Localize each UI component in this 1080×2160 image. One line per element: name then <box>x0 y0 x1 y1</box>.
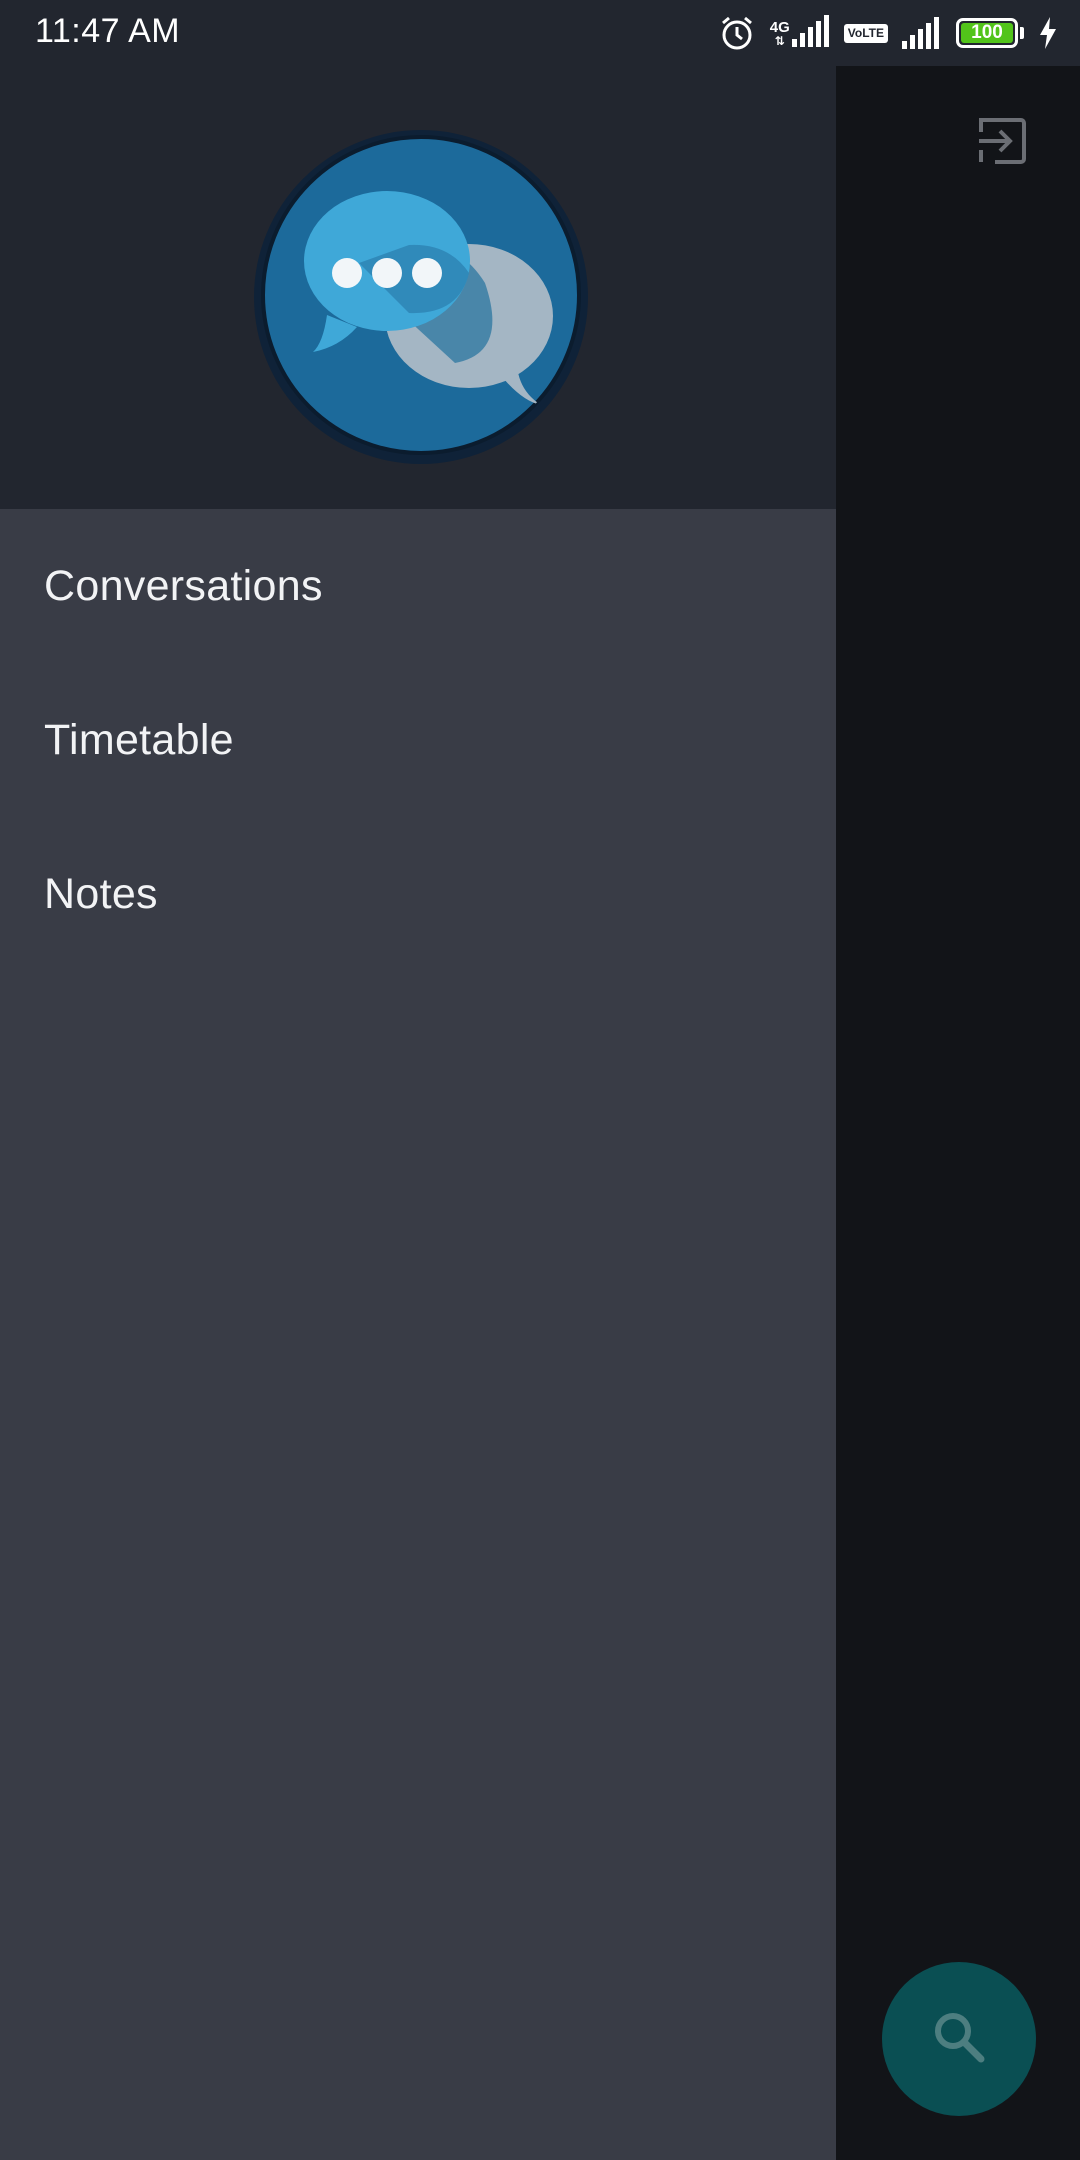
exit-icon <box>975 114 1029 173</box>
signal-icon <box>902 17 942 49</box>
charging-icon <box>1038 17 1058 49</box>
avatar <box>254 130 588 464</box>
search-fab[interactable] <box>882 1962 1036 2116</box>
chat-bubbles-icon <box>259 133 583 462</box>
search-icon <box>929 2007 989 2072</box>
menu-item-conversations[interactable]: Conversations <box>0 509 836 663</box>
battery-icon: 100 <box>956 18 1024 48</box>
menu-item-notes[interactable]: Notes <box>0 817 836 971</box>
drawer-header <box>0 66 836 509</box>
status-bar: 11:47 AM 4G ⇅ Vo LTE 100 <box>0 0 1080 66</box>
alarm-icon <box>718 14 756 52</box>
battery-tip <box>1020 27 1024 39</box>
menu-item-label: Conversations <box>44 561 323 610</box>
status-icons: 4G ⇅ Vo LTE 100 <box>718 12 1058 54</box>
navigation-drawer: Conversations Timetable Notes <box>0 66 836 2160</box>
network-indicator: 4G ⇅ <box>769 14 830 52</box>
menu-item-label: Timetable <box>44 715 234 764</box>
volte-icon: Vo LTE <box>843 23 888 43</box>
status-time: 11:47 AM <box>35 12 181 50</box>
menu-item-timetable[interactable]: Timetable <box>0 663 836 817</box>
exit-button[interactable] <box>960 108 1044 178</box>
battery-level: 100 <box>971 22 1003 43</box>
battery-indicator: 100 <box>956 18 1018 48</box>
network-type: 4G ⇅ <box>769 18 790 48</box>
drawer-menu: Conversations Timetable Notes <box>0 509 836 971</box>
signal-icon <box>791 14 830 52</box>
menu-item-label: Notes <box>44 869 158 918</box>
